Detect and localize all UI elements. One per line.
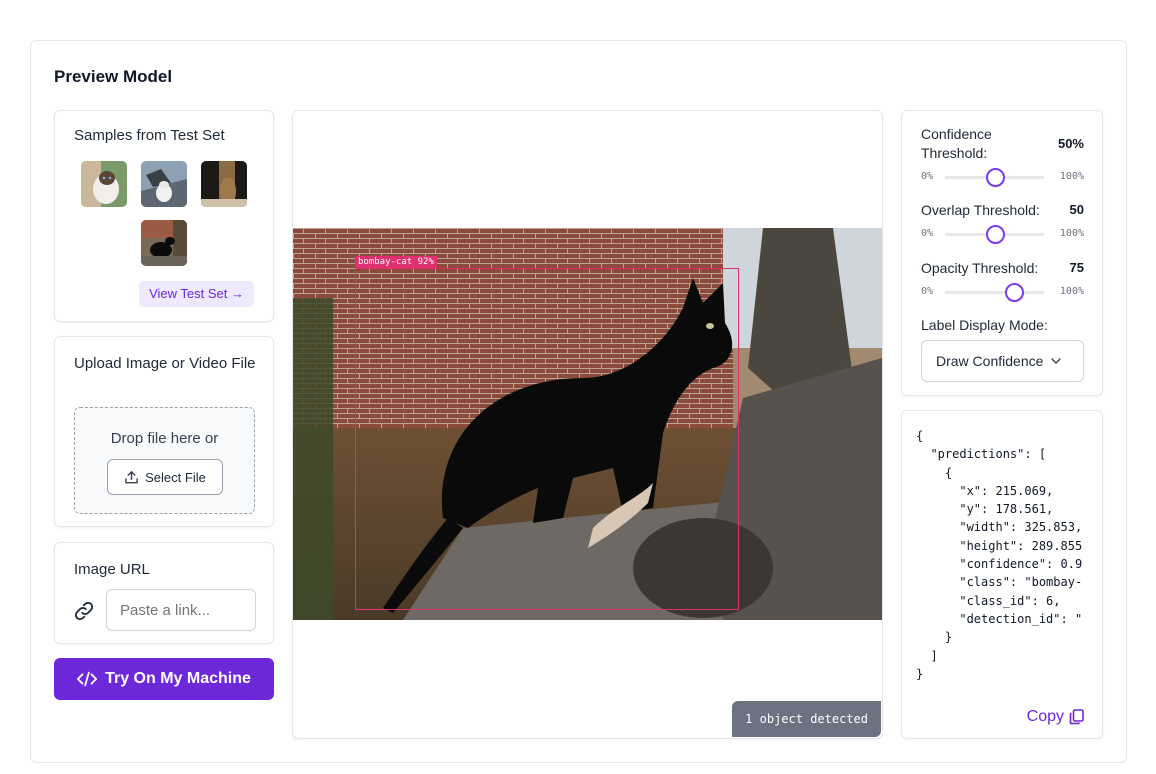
overlap-slider-handle[interactable] (985, 225, 1005, 244)
samples-title: Samples from Test Set (74, 127, 225, 144)
preview-canvas: bombay-cat 92% 1 object detected (292, 110, 883, 739)
upload-title: Upload Image or Video File (74, 355, 256, 372)
image-url-input[interactable] (106, 589, 256, 631)
select-file-label: Select File (145, 469, 206, 485)
file-dropzone[interactable]: Drop file here or Select File (74, 407, 255, 514)
detection-label: bombay-cat 92% (355, 256, 437, 268)
sample-thumbnail-1[interactable] (81, 161, 127, 207)
json-output: { "predictions": [ { "x": 215.069, "y": … (916, 429, 1083, 681)
label-display-mode-value: Draw Confidence (936, 353, 1044, 369)
sample-thumbnail-3[interactable] (201, 161, 247, 207)
image-url-card: Image URL (54, 542, 274, 644)
samples-card: Samples from Test Set View Test Set → (54, 110, 274, 322)
overlap-threshold-label: Overlap Threshold: (921, 202, 1040, 218)
label-display-mode-label: Label Display Mode: (921, 317, 1048, 333)
opacity-threshold-label: Opacity Threshold: (921, 260, 1039, 276)
confidence-max-label: 100% (1059, 171, 1084, 182)
image-url-title: Image URL (74, 561, 150, 578)
copy-label: Copy (1026, 708, 1064, 725)
settings-card: Confidence Threshold: 50% 0% 100% Overla… (901, 110, 1103, 396)
confidence-slider-handle[interactable] (985, 168, 1005, 187)
label-display-mode-select[interactable]: Draw Confidence (921, 340, 1084, 382)
copy-button[interactable]: Copy (1027, 708, 1084, 726)
sample-thumbnail-4[interactable] (141, 220, 187, 266)
select-file-button[interactable]: Select File (107, 459, 223, 495)
json-output-card: { "predictions": [ { "x": 215.069, "y": … (901, 410, 1103, 739)
upload-icon (125, 470, 138, 483)
detection-bounding-box (355, 268, 739, 610)
sample-thumbnail-2[interactable] (141, 161, 187, 207)
opacity-min-label: 0% (921, 286, 934, 297)
opacity-slider-handle[interactable] (1005, 283, 1025, 302)
overlap-min-label: 0% (921, 228, 934, 239)
detected-count-badge: 1 object detected (732, 701, 881, 737)
confidence-threshold-label: Confidence Threshold: (921, 126, 992, 161)
overlap-threshold-value: 50 (1069, 202, 1084, 217)
overlap-max-label: 100% (1059, 228, 1084, 239)
confidence-slider[interactable] (945, 168, 1044, 187)
confidence-threshold-value: 50% (1057, 136, 1084, 151)
page-title: Preview Model (54, 67, 173, 86)
chevron-down-icon (1051, 358, 1062, 364)
view-test-set-link[interactable]: View Test Set → (139, 281, 254, 307)
opacity-max-label: 100% (1059, 286, 1084, 297)
confidence-min-label: 0% (921, 171, 934, 182)
drop-text: Drop file here or (110, 430, 219, 447)
try-on-my-machine-button[interactable]: Try On My Machine (54, 658, 274, 700)
copy-icon (1069, 709, 1084, 725)
link-icon (74, 601, 94, 621)
try-button-label: Try On My Machine (105, 670, 251, 687)
code-icon (77, 671, 98, 687)
opacity-threshold-value: 75 (1069, 260, 1084, 275)
upload-card: Upload Image or Video File Drop file her… (54, 336, 274, 527)
opacity-slider[interactable] (945, 283, 1044, 302)
overlap-slider[interactable] (945, 225, 1044, 244)
